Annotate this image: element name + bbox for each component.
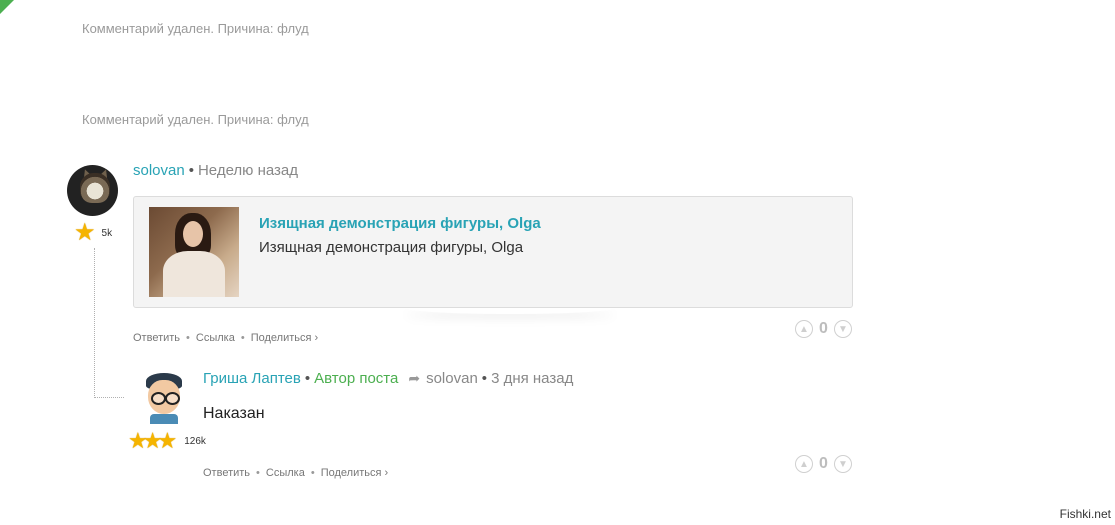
thumbnail-figure (163, 251, 225, 297)
user-rating: ★ 5k (74, 221, 112, 245)
card-shadow (400, 300, 620, 314)
reply-link[interactable]: Ответить (133, 332, 180, 344)
reply-arrow-icon: ➦ (408, 370, 421, 386)
avatar-collar (150, 414, 178, 424)
author-badge: Автор поста (314, 370, 399, 387)
vote-widget: ▲ 0 ▼ (795, 455, 852, 473)
username-link[interactable]: Гриша Лаптев (203, 370, 301, 387)
avatar[interactable] (67, 165, 118, 216)
separator: • (310, 467, 315, 479)
post-thumbnail[interactable] (149, 207, 239, 297)
star-icon: ★ (157, 428, 178, 453)
comment-time[interactable]: Неделю назад (198, 162, 298, 179)
separator: • (256, 467, 260, 479)
thumbs-down-icon[interactable]: ▼ (833, 320, 852, 338)
post-description: Изящная демонстрация фигуры, Olga (259, 239, 524, 256)
vote-count: 0 (819, 320, 828, 337)
separator: • (188, 162, 194, 179)
comment-actions: Ответить • Ссылка • Поделиться › (133, 332, 318, 344)
thumbs-down-icon[interactable]: ▼ (833, 455, 852, 473)
permalink-link[interactable]: Ссылка (266, 467, 305, 479)
thread-line (94, 397, 124, 398)
separator: • (481, 370, 488, 387)
thread-line (94, 248, 95, 398)
avatar-glasses (151, 392, 166, 405)
thumbnail-figure (183, 221, 203, 247)
thumbs-up-icon[interactable]: ▲ (795, 320, 813, 338)
thumbs-up-icon[interactable]: ▲ (795, 455, 813, 473)
rating-count: 126k (184, 435, 206, 447)
avatar[interactable] (140, 370, 188, 426)
comment-time[interactable]: 3 дня назад (491, 370, 573, 387)
comment-header: solovan • Неделю назад (133, 162, 298, 179)
post-embed-card[interactable]: Изящная демонстрация фигуры, Olga Изящна… (133, 196, 853, 308)
separator: • (240, 332, 245, 344)
site-watermark: Fishki.net (1059, 507, 1111, 521)
vote-count: 0 (819, 455, 828, 472)
deleted-comment-notice: Комментарий удален. Причина: флуд (82, 21, 309, 36)
post-title-link[interactable]: Изящная демонстрация фигуры, Olga (259, 215, 541, 232)
reply-to-username[interactable]: solovan (426, 370, 478, 387)
reply-link[interactable]: Ответить (203, 467, 250, 479)
comment-text: Наказан (203, 405, 265, 422)
share-link[interactable]: Поделиться › (251, 332, 318, 344)
separator: • (186, 332, 190, 344)
separator: • (304, 370, 311, 387)
comment-actions: Ответить • Ссылка • Поделиться › (203, 467, 388, 479)
avatar-glasses (165, 392, 180, 405)
rating-count: 5k (101, 227, 113, 239)
deleted-comment-notice: Комментарий удален. Причина: флуд (82, 112, 309, 127)
comment-header: Гриша Лаптев • Автор поста ➦ solovan • 3 дня н… (203, 370, 573, 387)
vote-widget: ▲ 0 ▼ (795, 320, 852, 338)
star-icon: ★ (74, 219, 96, 246)
corner-marker (0, 0, 14, 14)
permalink-link[interactable]: Ссылка (196, 332, 235, 344)
cat-face (80, 173, 110, 203)
username-link[interactable]: solovan (133, 162, 185, 179)
user-rating: ★ ★ ★ 126k (128, 430, 206, 452)
share-link[interactable]: Поделиться › (321, 467, 388, 479)
